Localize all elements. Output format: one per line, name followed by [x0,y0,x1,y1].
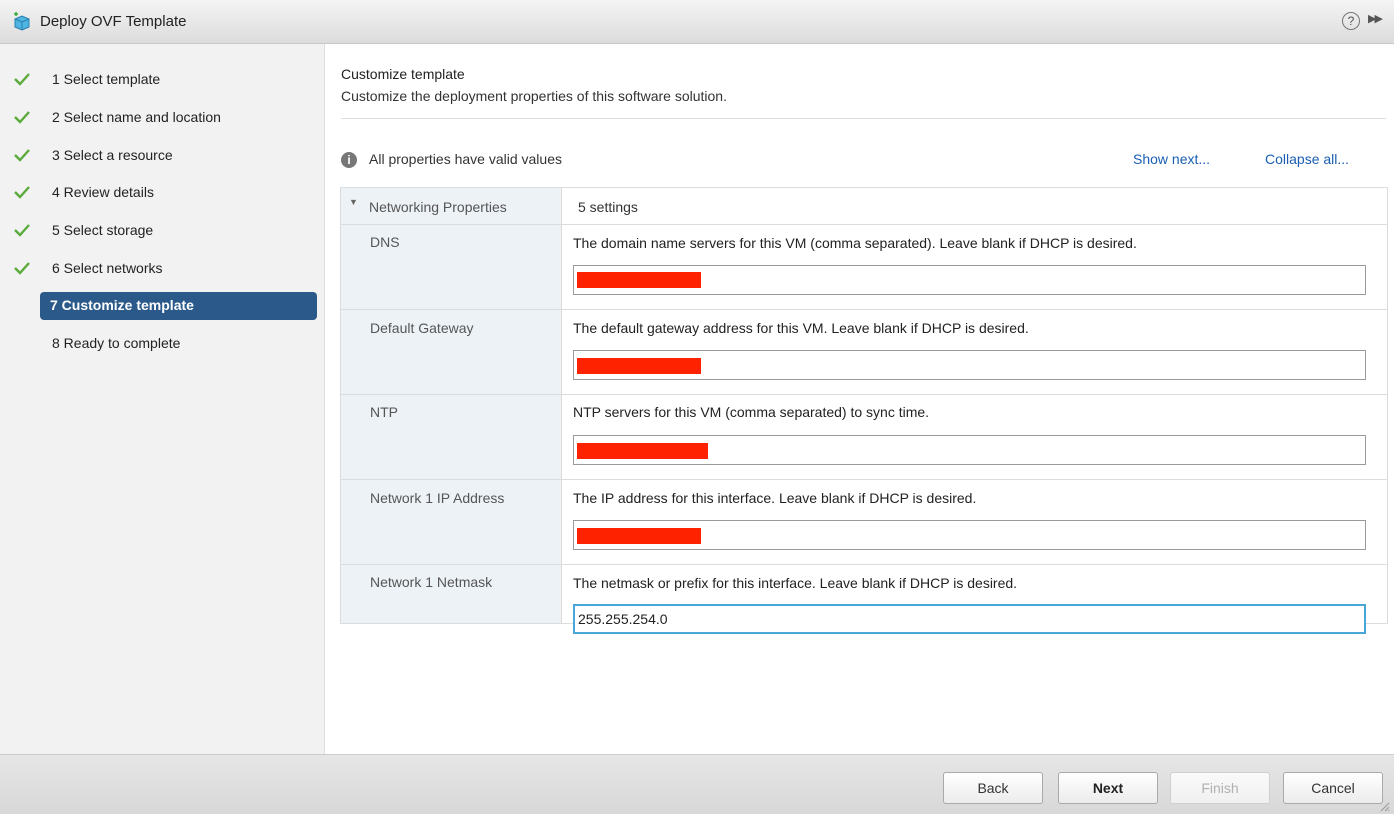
checkmark-icon [12,221,32,239]
resize-grip-icon[interactable] [1380,799,1390,812]
wizard-footer: Back Next Finish Cancel [0,754,1394,814]
row-divider [341,224,1387,225]
cancel-button[interactable]: Cancel [1283,772,1383,804]
step-label: 1 Select template [52,71,161,87]
property-label: Network 1 Netmask [370,574,493,590]
step-customize-template[interactable]: 7 Customize template [40,292,317,320]
ovf-template-icon [12,12,32,32]
step-select-networks[interactable]: 6 Select networks [12,255,317,283]
property-description: The default gateway address for this VM.… [573,320,1029,336]
step-label: 6 Select networks [52,260,163,276]
property-label: DNS [370,234,400,250]
checkmark-icon [12,108,32,126]
network-netmask-input[interactable] [573,604,1366,634]
row-divider [341,309,1387,310]
wizard-steps: 1 Select template 2 Select name and loca… [0,44,325,754]
property-label: NTP [370,404,398,420]
info-icon: i [341,152,357,168]
redaction-mark [577,528,701,544]
finish-button: Finish [1170,772,1270,804]
group-settings-count: 5 settings [578,199,638,215]
checkmark-icon [12,183,32,201]
checkmark-icon [12,70,32,88]
property-description: The domain name servers for this VM (com… [573,235,1137,251]
step-ready-to-complete[interactable]: 8 Ready to complete [12,330,317,358]
step-select-template[interactable]: 1 Select template [12,66,317,94]
show-next-link[interactable]: Show next... [1133,151,1210,167]
property-description: NTP servers for this VM (comma separated… [573,404,930,420]
property-label: Network 1 IP Address [370,490,505,506]
help-icon[interactable]: ? [1342,12,1360,30]
expand-icon[interactable]: ▶▶ [1368,12,1383,25]
property-description: The netmask or prefix for this interface… [573,575,1018,591]
property-label: Default Gateway [370,320,474,336]
page-subtitle: Customize the deployment properties of t… [341,88,727,104]
window-title: Deploy OVF Template [40,13,187,30]
properties-table: ▼ Networking Properties 5 settings DNS T… [340,187,1388,634]
step-label: 7 Customize template [50,297,194,313]
validation-status: All properties have valid values [369,151,562,167]
redaction-mark [577,272,701,288]
step-label: 8 Ready to complete [52,335,181,351]
step-label: 5 Select storage [52,222,154,238]
triangle-down-icon[interactable]: ▼ [349,197,358,207]
next-button[interactable]: Next [1058,772,1158,804]
row-divider [341,564,1387,565]
step-review-details[interactable]: 4 Review details [12,179,317,207]
checkmark-icon [12,146,32,164]
step-label: 2 Select name and location [52,109,221,125]
group-label[interactable]: Networking Properties [369,199,507,215]
step-select-resource[interactable]: 3 Select a resource [12,142,317,170]
customize-template-panel: Customize template Customize the deploym… [325,44,1394,754]
divider [341,118,1386,119]
collapse-all-link[interactable]: Collapse all... [1265,151,1349,167]
title-bar: Deploy OVF Template ? ▶▶ [0,0,1394,44]
redaction-mark [577,443,708,459]
step-select-name-location[interactable]: 2 Select name and location [12,104,317,132]
page-title: Customize template [341,66,465,82]
checkmark-icon [12,259,32,277]
back-button[interactable]: Back [943,772,1043,804]
row-divider [341,479,1387,480]
property-description: The IP address for this interface. Leave… [573,490,977,506]
step-label: 3 Select a resource [52,147,173,163]
row-divider [341,394,1387,395]
redaction-mark [577,358,701,374]
step-label: 4 Review details [52,184,154,200]
step-select-storage[interactable]: 5 Select storage [12,217,317,245]
